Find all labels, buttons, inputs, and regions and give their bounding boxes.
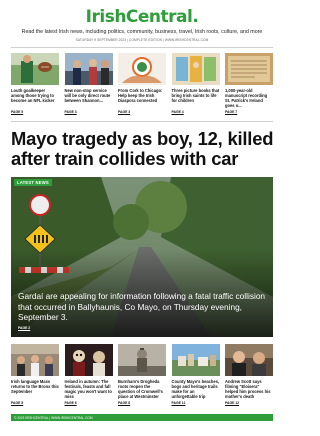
story-title[interactable]: 1,000-year-old manuscript recording St. … <box>225 88 273 108</box>
story-title[interactable]: County Mayo's beaches, bogs and heritage… <box>172 379 220 399</box>
story-title[interactable]: Andrew Scott says filming "Eloisera" hel… <box>225 379 273 399</box>
story-card[interactable]: Irish language Mass returns to the Bronx… <box>11 344 59 405</box>
story-card[interactable]: From Cork to Chicago: Help keep the Iris… <box>118 53 166 114</box>
story-title[interactable]: New non-stop service will be only direct… <box>65 88 113 108</box>
edition-dateline: SATURDAY 9 SEPTEMBER 2023 | COMPLETE EDI… <box>75 38 209 42</box>
site-logo[interactable]: IrishCentral. <box>0 7 284 27</box>
story-card[interactable]: 1,000-year-old manuscript recording St. … <box>225 53 273 114</box>
story-card[interactable]: County Mayo's beaches, bogs and heritage… <box>171 344 220 405</box>
story-thumbnail[interactable] <box>225 344 273 376</box>
story-thumbnail[interactable] <box>11 344 59 376</box>
tagline: Read the latest Irish news, including po… <box>21 29 263 35</box>
story-card[interactable]: New non-stop service will be only direct… <box>64 53 113 114</box>
page-link[interactable]: PAGE 4 <box>172 110 184 114</box>
story-thumbnail[interactable] <box>11 53 59 85</box>
masthead: IrishCentral. Read the latest Irish news… <box>0 0 284 48</box>
page-link[interactable]: PAGE 5 <box>11 401 23 405</box>
story-card[interactable]: Three picture books that bring Irish sai… <box>171 53 220 114</box>
footer-bar: © 2023 IRISHCENTRAL | WWW.IRISHCENTRAL.C… <box>11 414 273 421</box>
logo-text: IrishCentral <box>85 7 193 27</box>
story-title[interactable]: Louth goalkeeper among those trying to b… <box>11 88 59 108</box>
latest-news-badge: LATEST NEWS <box>14 179 52 186</box>
lead-story-hero[interactable]: LATEST NEWS Gardaí are appealing for inf… <box>11 177 273 337</box>
story-title[interactable]: From Cork to Chicago: Help keep the Iris… <box>118 88 166 108</box>
page-link[interactable]: PAGE 8 <box>118 401 130 405</box>
story-thumbnail[interactable] <box>64 53 113 85</box>
story-card[interactable]: Ireland in autumn: The festivals, feasts… <box>64 344 113 405</box>
lead-headline[interactable]: Mayo tragedy as boy, 12, killed after tr… <box>11 129 277 169</box>
story-card[interactable]: Burnham's Drogheda roots reopen the ques… <box>118 344 166 405</box>
page-link[interactable]: PAGE 7 <box>225 110 237 114</box>
story-title[interactable]: Ireland in autumn: The festivals, feasts… <box>65 379 113 399</box>
story-thumbnail[interactable] <box>171 53 220 85</box>
story-thumbnail[interactable] <box>118 53 166 85</box>
story-title[interactable]: Irish language Mass returns to the Bronx… <box>11 379 59 399</box>
story-card[interactable]: Andrew Scott says filming "Eloisera" hel… <box>225 344 273 405</box>
story-thumbnail[interactable] <box>225 53 273 85</box>
story-title[interactable]: Burnham's Drogheda roots reopen the ques… <box>118 379 166 399</box>
page-link[interactable]: PAGE 5 <box>11 110 23 114</box>
page-link[interactable]: PAGE 2 <box>18 326 30 330</box>
page-link[interactable]: PAGE 6 <box>65 401 77 405</box>
footer-text[interactable]: © 2023 IRISHCENTRAL | WWW.IRISHCENTRAL.C… <box>14 416 93 420</box>
story-card[interactable]: Louth goalkeeper among those trying to b… <box>11 53 59 114</box>
page-link[interactable]: PAGE 11 <box>172 401 186 405</box>
page-link[interactable]: PAGE 3 <box>118 110 130 114</box>
top-stories-strip: Louth goalkeeper among those trying to b… <box>11 53 273 114</box>
page-link[interactable]: PAGE 3 <box>65 110 77 114</box>
bottom-stories-strip: Irish language Mass returns to the Bronx… <box>11 344 273 405</box>
logo-dot: . <box>192 7 199 27</box>
story-thumbnail[interactable] <box>118 344 166 376</box>
page-link[interactable]: PAGE 12 <box>225 401 239 405</box>
header-divider <box>11 47 273 48</box>
strip-divider <box>11 121 273 122</box>
story-thumbnail[interactable] <box>64 344 113 376</box>
story-thumbnail[interactable] <box>171 344 220 376</box>
story-title[interactable]: Three picture books that bring Irish sai… <box>172 88 220 108</box>
lead-caption: Gardaí are appealing for information fol… <box>18 291 266 322</box>
